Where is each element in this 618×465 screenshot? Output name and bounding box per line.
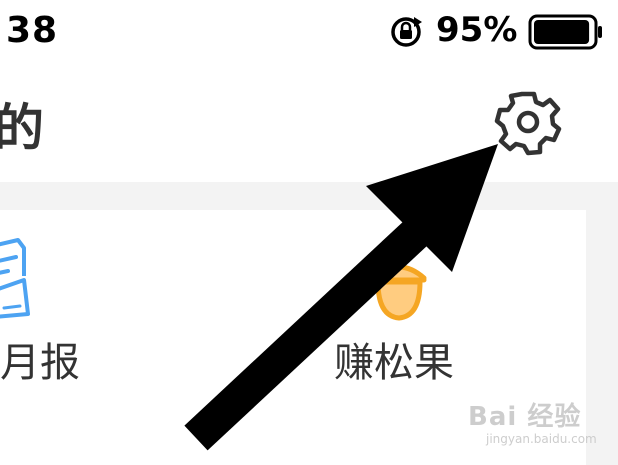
settings-button[interactable] xyxy=(490,84,566,160)
monthly-report-label: 月报 xyxy=(0,340,80,386)
page-title: 的 xyxy=(0,99,44,157)
monthly-report-item[interactable]: 月报 xyxy=(0,210,110,390)
status-time: 38 xyxy=(6,10,59,51)
status-bar: 38 95% xyxy=(0,0,618,64)
monthly-report-icon xyxy=(0,238,30,319)
earn-pinecone-item[interactable]: 赚松果 xyxy=(318,210,488,390)
earn-pinecone-label: 赚松果 xyxy=(334,340,454,386)
watermark-logo: Bai 经验 xyxy=(468,402,582,432)
gear-icon xyxy=(494,91,562,156)
app-screen: 38 95% 的 月报 赚松果 Bai 经验 jingyan.baidu.com xyxy=(0,0,618,465)
header: 的 xyxy=(0,64,618,182)
watermark-url: jingyan.baidu.com xyxy=(486,432,597,446)
battery-percent: 95% xyxy=(436,10,518,50)
acorn-icon xyxy=(371,264,427,321)
battery-icon xyxy=(528,14,602,50)
rotation-lock-icon xyxy=(391,17,422,47)
